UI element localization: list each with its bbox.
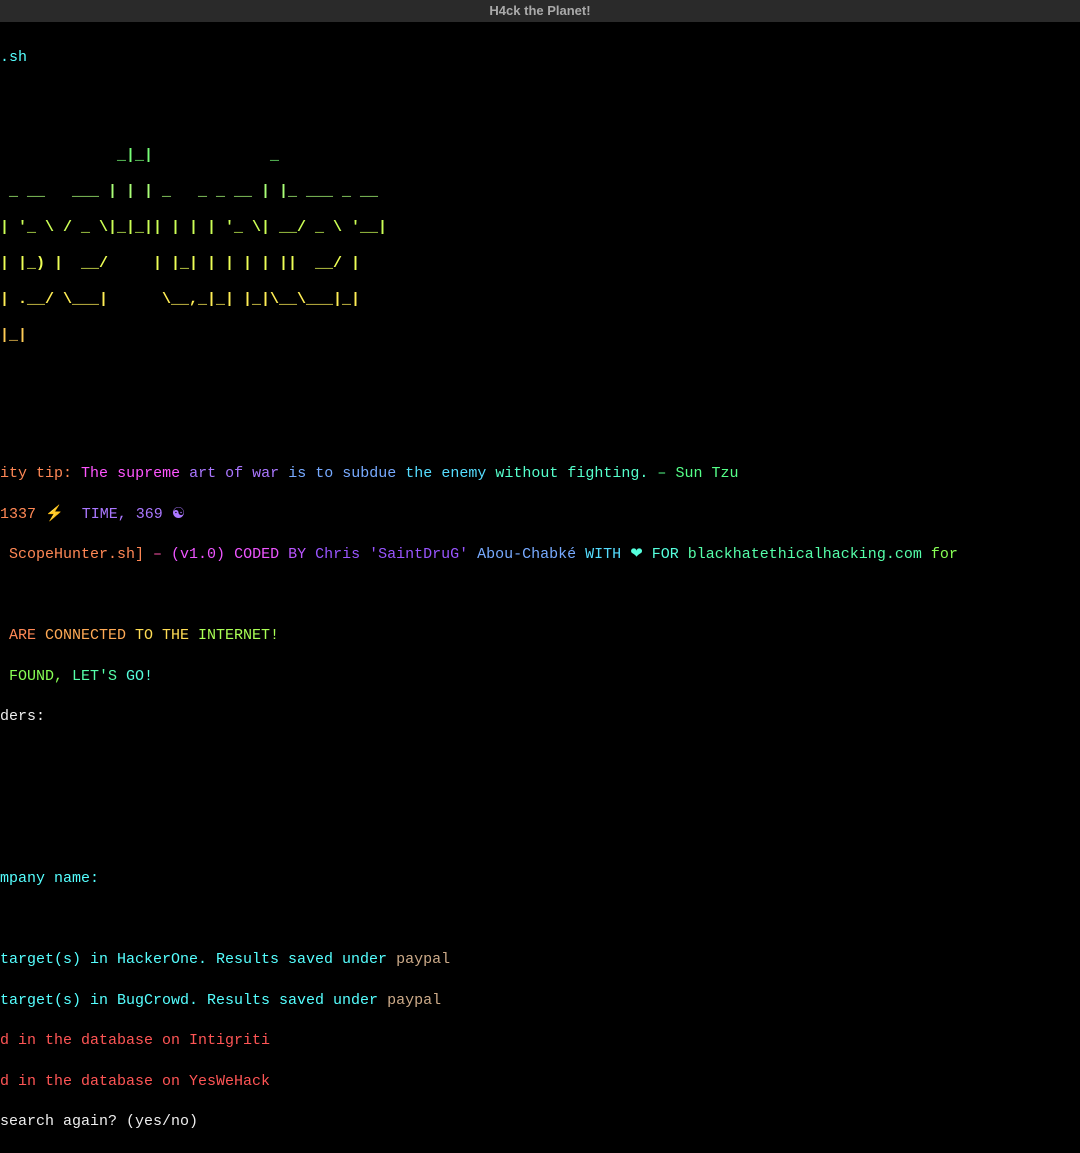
command-line: .sh — [0, 48, 1080, 68]
company-prompt: mpany name: — [0, 869, 1080, 889]
search-again-prompt[interactable]: search again? (yes/no) — [0, 1112, 1080, 1132]
hackerone-result: target(s) in HackerOne. Results saved un… — [0, 950, 1080, 970]
security-tip-line: ity tip: The supreme art of war is to su… — [0, 464, 1080, 484]
time-line: 1337 ⚡ TIME, 369 ☯ — [0, 505, 1080, 525]
yeswehack-result: d in the database on YesWeHack — [0, 1072, 1080, 1092]
ascii-line: |_| — [0, 327, 1080, 345]
terminal-output[interactable]: .sh _|_| _ _ __ ___ | | | _ _ _ __ | |_ … — [0, 22, 1080, 1153]
ascii-line: _ __ ___ | | | _ _ _ __ | |_ ___ _ __ — [0, 183, 1080, 201]
bugcrowd-result: target(s) in BugCrowd. Results saved und… — [0, 991, 1080, 1011]
blank-line — [0, 910, 1080, 930]
heart-icon: ❤ — [621, 546, 643, 563]
ders-line: ders: — [0, 707, 1080, 727]
connected-line: ARE CONNECTED TO THE INTERNET! — [0, 626, 1080, 646]
blank-line — [0, 424, 1080, 444]
window-titlebar: H4ck the Planet! — [0, 0, 1080, 22]
ascii-line: | '_ \ / _ \|_|_|| | | | '_ \| __/ _ \ '… — [0, 219, 1080, 237]
bolt-icon: ⚡ — [45, 506, 64, 523]
blank-line — [0, 88, 1080, 108]
intigriti-result: d in the database on Intigriti — [0, 1031, 1080, 1051]
blank-line — [0, 748, 1080, 768]
ascii-line: _|_| _ — [0, 147, 1080, 165]
found-line: FOUND, LET'S GO! — [0, 667, 1080, 687]
ascii-art-banner: _|_| _ _ __ ___ | | | _ _ _ __ | |_ ___ … — [0, 129, 1080, 363]
credits-line: ScopeHunter.sh] – (v1.0) CODED BY Chris … — [0, 545, 1080, 565]
ascii-line: | .__/ \___| \__,_|_| |_|\__\___|_| — [0, 291, 1080, 309]
blank-line — [0, 788, 1080, 808]
blank-line — [0, 829, 1080, 849]
emoji-icon: ☯ — [172, 506, 185, 523]
blank-line — [0, 586, 1080, 606]
ascii-line: | |_) | __/ | |_| | | | | || __/ | — [0, 255, 1080, 273]
blank-line — [0, 383, 1080, 403]
window-title: H4ck the Planet! — [489, 3, 590, 18]
